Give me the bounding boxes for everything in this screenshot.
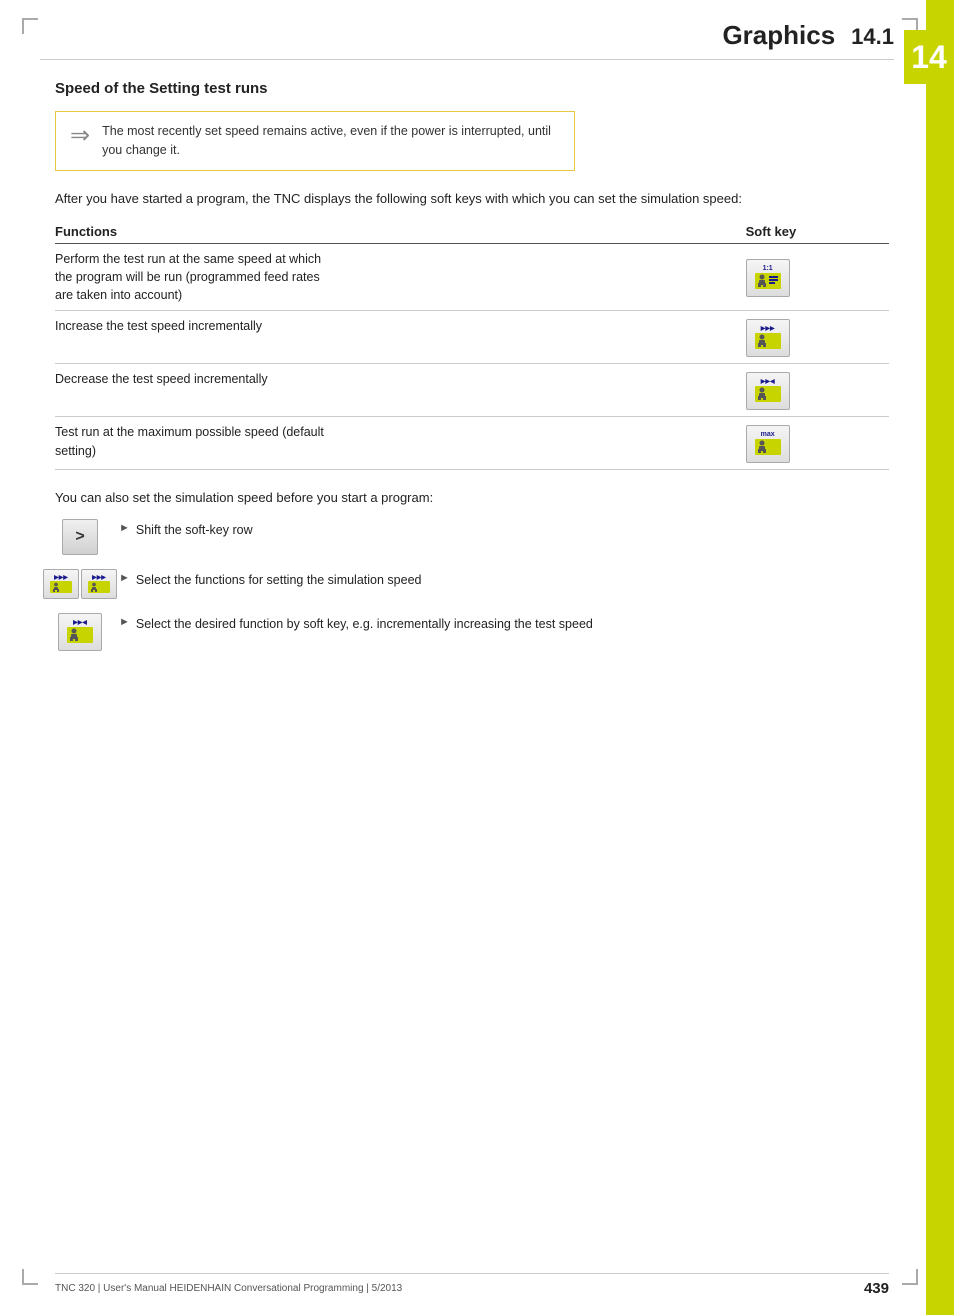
page-footer: TNC 320 | User's Manual HEIDENHAIN Conve…	[55, 1273, 889, 1297]
softkey-icon-select2: ▶▶▶	[81, 569, 117, 599]
softkey-icon-1to1: 1:1	[746, 259, 790, 297]
table-row: Perform the test run at the same speed a…	[55, 244, 889, 311]
softkey-figure	[754, 385, 782, 403]
step-text: Select the functions for setting the sim…	[136, 571, 422, 589]
page-header: Graphics 14.1	[40, 20, 894, 60]
shift-key-icon: >	[62, 519, 98, 555]
table-row: Increase the test speed incrementally ▶▶…	[55, 311, 889, 364]
softkey-figure	[66, 626, 94, 644]
table-cell-softkey: ▶▶▶	[736, 311, 889, 364]
softkey-figure	[754, 332, 782, 350]
step-item: ▶▶▶ ▶▶▶	[55, 569, 889, 599]
step-bullet-icon: ►	[119, 616, 130, 628]
step-text-col: ► Shift the soft-key row	[119, 519, 253, 539]
table-row: Test run at the maximum possible speed (…	[55, 417, 889, 470]
right-accent-bar	[926, 0, 954, 1315]
table-cell-description: Decrease the test speed incrementally	[55, 364, 736, 417]
step-icon-col: ▶▶◀	[55, 613, 105, 651]
page-number: 439	[864, 1280, 889, 1297]
table-row: Decrease the test speed incrementally ▶▶…	[55, 364, 889, 417]
softkey-figure	[754, 272, 782, 290]
softkey-icon-max: max	[746, 425, 790, 463]
note-box: ⇒ The most recently set speed remains ac…	[55, 111, 575, 171]
step-icon-col: ▶▶▶ ▶▶▶	[55, 569, 105, 599]
softkey-figure	[754, 438, 782, 456]
table-cell-description: Test run at the maximum possible speed (…	[55, 417, 736, 470]
softkey-icon-decrease: ▶▶◀	[746, 372, 790, 410]
step-text: Select the desired function by soft key,…	[136, 615, 593, 633]
table-cell-softkey: 1:1	[736, 244, 889, 311]
functions-table: Functions Soft key Perform the test run …	[55, 220, 889, 470]
corner-mark-bottom-left	[22, 1269, 38, 1285]
footer-text: TNC 320 | User's Manual HEIDENHAIN Conve…	[55, 1283, 402, 1294]
header-title: Graphics	[722, 20, 835, 51]
softkey-mini-fig	[88, 581, 110, 593]
step-text-col: ► Select the functions for setting the s…	[119, 569, 421, 589]
step-item: ▶▶◀ ► Select the desired function by sof…	[55, 613, 889, 651]
softkey-icon-select1: ▶▶▶	[43, 569, 79, 599]
step-bullet-icon: ►	[119, 572, 130, 584]
main-content: Speed of the Setting test runs ⇒ The mos…	[55, 80, 889, 665]
step-bullet-icon: ►	[119, 522, 130, 534]
table-cell-softkey: max	[736, 417, 889, 470]
corner-mark-bottom-right	[902, 1269, 918, 1285]
double-softkey-icon: ▶▶▶ ▶▶▶	[43, 569, 117, 599]
step-item: > ► Shift the soft-key row	[55, 519, 889, 555]
header-section: 14.1	[851, 24, 894, 50]
intro-text: After you have started a program, the TN…	[55, 189, 889, 209]
softkey-icon-increase: ▶▶▶	[746, 319, 790, 357]
note-arrow-icon: ⇒	[70, 124, 90, 148]
col-header-softkey: Soft key	[736, 220, 889, 244]
steps-section: > ► Shift the soft-key row ▶▶▶	[55, 519, 889, 651]
step-text-col: ► Select the desired function by soft ke…	[119, 613, 593, 633]
chapter-number: 14	[911, 41, 947, 73]
col-header-functions: Functions	[55, 220, 736, 244]
section-title: Speed of the Setting test runs	[55, 80, 889, 97]
step-icon-col: >	[55, 519, 105, 555]
corner-mark-top-left	[22, 18, 38, 34]
steps-intro-text: You can also set the simulation speed be…	[55, 488, 889, 508]
softkey-mini-fig	[50, 581, 72, 593]
step-text: Shift the soft-key row	[136, 521, 253, 539]
table-cell-description: Perform the test run at the same speed a…	[55, 244, 736, 311]
table-cell-description: Increase the test speed incrementally	[55, 311, 736, 364]
chapter-tab: 14	[904, 30, 954, 84]
table-cell-softkey: ▶▶◀	[736, 364, 889, 417]
softkey-icon-select-fn: ▶▶◀	[58, 613, 102, 651]
note-text: The most recently set speed remains acti…	[102, 122, 560, 160]
